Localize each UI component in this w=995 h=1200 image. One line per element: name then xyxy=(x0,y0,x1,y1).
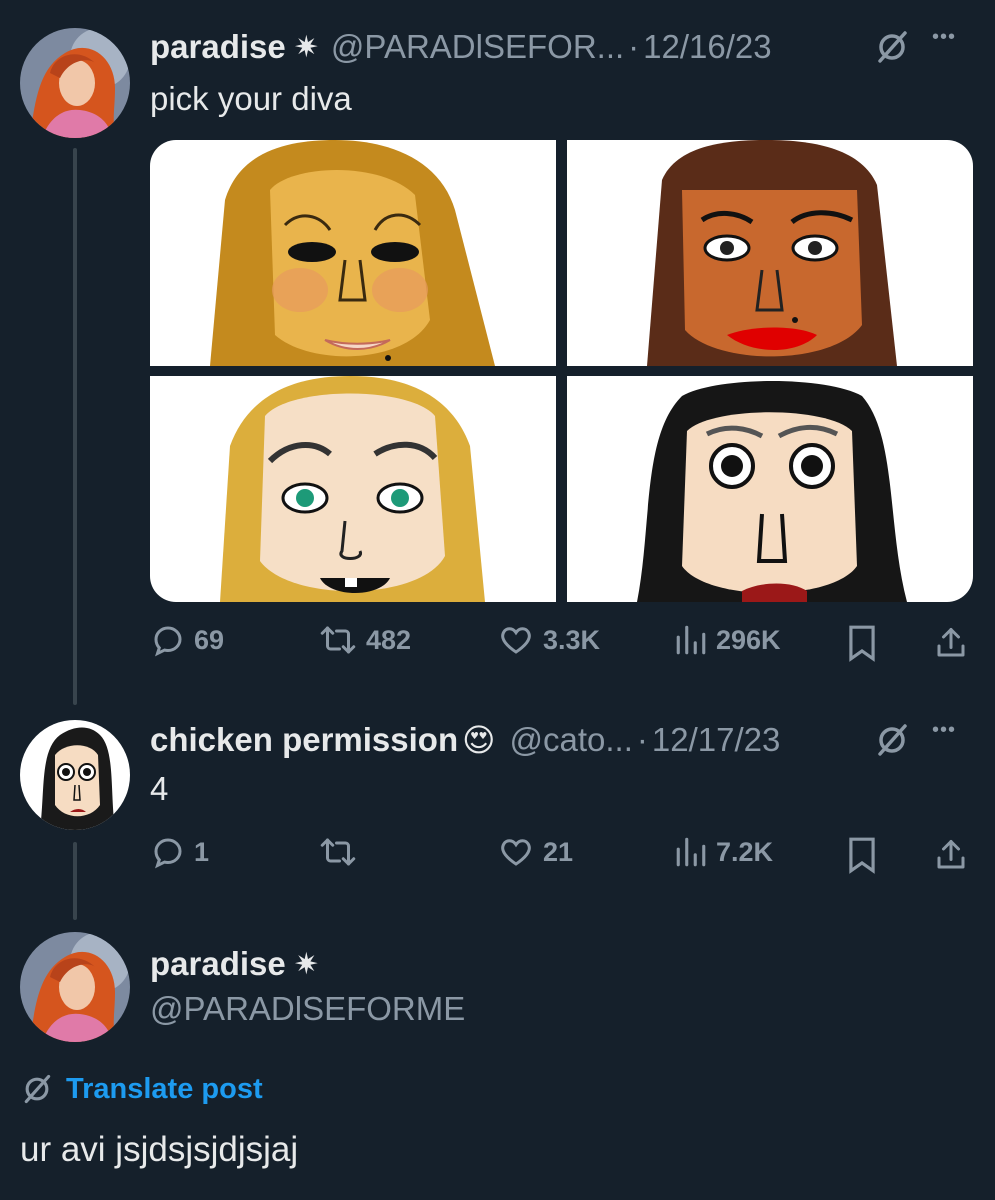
reply-count: 69 xyxy=(194,624,225,655)
display-name[interactable]: chicken permission xyxy=(150,721,458,759)
handle[interactable]: @PARADlSEFOR... xyxy=(331,28,624,66)
like-icon xyxy=(501,839,531,866)
like-icon xyxy=(501,627,531,654)
media-image-3[interactable] xyxy=(150,376,556,602)
tweet2-header: chicken permission 😍 @cato... · 12/17/23 xyxy=(150,718,780,762)
reply-button[interactable]: 1 xyxy=(150,834,209,870)
media-image-4[interactable] xyxy=(567,376,973,602)
more-icon[interactable]: ••• xyxy=(932,719,956,742)
thread-line-2 xyxy=(73,842,77,920)
grok-slash-icon[interactable] xyxy=(873,721,911,764)
like-count: 3.3K xyxy=(543,624,601,655)
views-icon xyxy=(676,837,706,867)
avatar[interactable] xyxy=(20,720,130,830)
repost-button[interactable] xyxy=(318,834,366,870)
views-button[interactable]: 7.2K xyxy=(674,834,773,870)
like-count: 21 xyxy=(543,836,574,867)
like-button[interactable]: 3.3K xyxy=(497,622,600,658)
reply-icon xyxy=(154,838,182,869)
share-icon[interactable] xyxy=(933,836,969,879)
tweet3-name-row: paradise ✷ xyxy=(150,942,319,986)
repost-button[interactable]: 482 xyxy=(318,622,411,658)
avatar[interactable] xyxy=(20,28,130,138)
views-icon xyxy=(676,625,706,655)
grok-slash-icon xyxy=(24,1074,51,1104)
avatar[interactable] xyxy=(20,932,130,1042)
bookmark-icon[interactable] xyxy=(846,624,878,667)
repost-count: 482 xyxy=(366,624,412,655)
handle[interactable]: @cato... xyxy=(509,721,632,759)
thread-line-1 xyxy=(73,148,77,705)
badge-star-icon: ✷ xyxy=(293,947,319,981)
more-icon[interactable]: ••• xyxy=(932,26,956,49)
post-text: pick your diva xyxy=(150,80,352,117)
separator: · xyxy=(636,721,648,758)
tweet1-header: paradise ✷ @PARADlSEFOR... · 12/16/23 xyxy=(150,25,772,69)
grok-slash-icon[interactable] xyxy=(873,28,911,71)
post-text: 4 xyxy=(150,770,169,807)
media-image-2[interactable] xyxy=(567,140,973,366)
display-name[interactable]: paradise xyxy=(150,28,286,66)
repost-icon xyxy=(320,838,356,866)
translate-label[interactable]: Translate post xyxy=(66,1073,263,1106)
media-image-1[interactable] xyxy=(150,140,556,366)
share-icon[interactable] xyxy=(933,624,969,667)
post-date[interactable]: 12/17/23 xyxy=(652,721,780,759)
translate-post-link[interactable]: Translate post xyxy=(20,1072,263,1106)
handle[interactable]: @PARADlSEFORME xyxy=(150,990,465,1028)
reply-count: 1 xyxy=(194,836,210,867)
views-button[interactable]: 296K xyxy=(674,622,781,658)
post-text: ur avi jsjdsjsjdjsjaj xyxy=(20,1130,299,1169)
badge-star-icon: ✷ xyxy=(293,30,319,64)
like-button[interactable]: 21 xyxy=(497,834,573,870)
reply-icon xyxy=(154,626,182,657)
heart-eyes-emoji: 😍 xyxy=(462,722,496,758)
bookmark-icon[interactable] xyxy=(846,836,878,879)
media-grid[interactable] xyxy=(150,140,973,602)
view-count: 296K xyxy=(716,624,781,655)
reply-button[interactable]: 69 xyxy=(150,622,224,658)
separator: · xyxy=(628,28,640,65)
display-name[interactable]: paradise xyxy=(150,945,286,983)
view-count: 7.2K xyxy=(716,836,774,867)
post-date[interactable]: 12/16/23 xyxy=(643,28,771,66)
repost-icon xyxy=(320,626,356,654)
